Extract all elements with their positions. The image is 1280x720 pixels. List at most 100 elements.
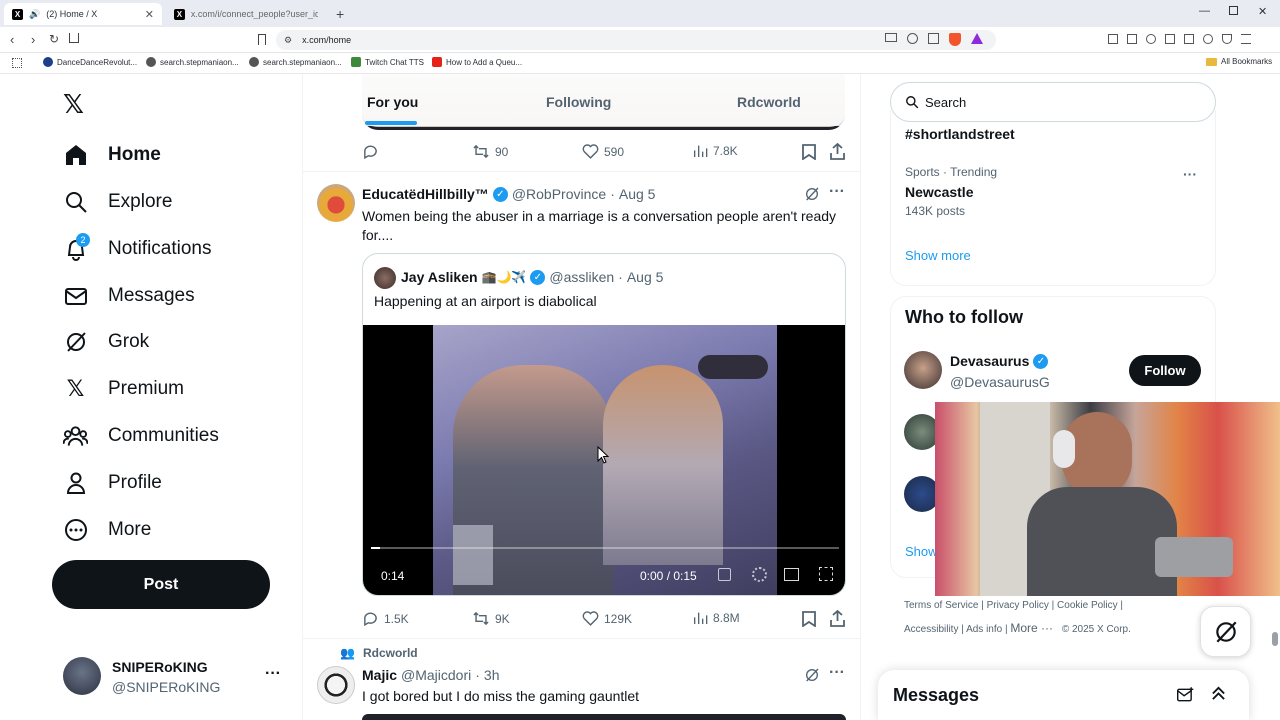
more-options-icon[interactable]: ··· [829,183,845,201]
share-icon[interactable] [928,33,939,44]
quoted-post[interactable]: Jay Asliken 🕋🌙✈️ ✓ @assliken · Aug 5 Hap… [362,253,846,596]
vpn-icon[interactable] [1222,34,1232,44]
menu-icon[interactable] [1241,34,1251,44]
wallet-icon[interactable] [1184,34,1194,44]
footer-link[interactable]: Terms of Service [904,600,978,611]
reload-icon[interactable]: ↻ [49,32,59,46]
bookmark-item[interactable]: DanceDanceRevolut... [43,57,137,67]
like-count: 590 [604,144,625,159]
share-icon[interactable] [830,143,845,160]
close-window-icon[interactable]: ✕ [1258,5,1267,18]
browser-tab-connect[interactable]: X x.com/i/connect_people?user_id=18 [166,3,326,25]
footer-link[interactable]: Privacy Policy [987,600,1049,611]
sidebar-item-premium[interactable]: 𝕏 Premium [63,369,184,409]
bookmark-item[interactable]: search.stepmaniaon... [146,57,239,67]
retweet-action[interactable]: 9K [472,610,510,627]
scrollbar-thumb[interactable] [1272,632,1278,646]
quote-date[interactable]: Aug 5 [627,269,664,285]
video-progress-track[interactable] [371,547,839,549]
minimize-icon[interactable]: — [1199,5,1210,17]
brave-shield-icon[interactable] [949,33,961,46]
more-options-icon[interactable]: ··· [1183,166,1197,182]
home-page-icon[interactable] [69,33,79,43]
forward-icon[interactable]: › [31,32,35,47]
retweet-action[interactable]: 90 [472,143,508,160]
share-icon[interactable] [830,610,845,627]
search-box[interactable]: Search [890,82,1216,122]
bookmark-item[interactable]: How to Add a Queu... [432,57,522,67]
author-name[interactable]: EducatëdHillbilly™ [362,186,489,202]
new-tab-icon[interactable]: + [336,6,344,22]
quote-author-handle[interactable]: @assliken [549,269,614,285]
music-icon[interactable] [1146,34,1156,44]
expand-icon[interactable] [1211,686,1226,701]
author-handle[interactable]: @RobProvince [512,186,606,202]
author-handle[interactable]: @Majicdori [401,667,471,683]
sidebar-item-more[interactable]: More [63,510,151,550]
footer-link[interactable]: Ads info [966,624,1002,635]
follow-button[interactable]: Follow [1129,355,1201,386]
grok-icon[interactable] [804,186,820,202]
fullscreen-icon[interactable] [819,567,833,581]
sidebar-item-explore[interactable]: Explore [63,182,172,222]
sidebar-item-home[interactable]: Home [63,135,161,175]
leo-icon[interactable] [1203,34,1213,44]
grok-floating-button[interactable] [1200,606,1251,657]
zoom-icon[interactable] [907,33,918,44]
grok-icon[interactable] [804,667,820,683]
show-more-link[interactable]: Show [905,544,938,559]
trend-name[interactable]: Newcastle [905,184,973,200]
bookmark-page-icon[interactable] [258,34,266,45]
account-switcher[interactable]: SNIPERoKING @SNIPERoKING ··· [63,657,285,697]
picture-in-picture-icon[interactable] [784,568,799,581]
like-action[interactable]: 129K [582,610,632,627]
x-logo-icon[interactable]: 𝕏 [63,89,84,120]
settings-icon[interactable] [752,567,767,582]
views-action[interactable]: 8.8M [692,610,740,626]
tab-search-icon[interactable] [1127,34,1137,44]
bookmark-item[interactable]: search.stepmaniaon... [249,57,342,67]
suggestion-name[interactable]: Devasaurus [950,353,1029,369]
post-age[interactable]: 3h [484,667,500,683]
show-more-link[interactable]: Show more [905,248,971,263]
close-tab-icon[interactable]: ✕ [145,8,154,21]
back-icon[interactable]: ‹ [10,32,14,47]
new-message-icon[interactable] [1177,687,1194,703]
sidebar-toggle-icon[interactable] [1165,34,1175,44]
browser-tab-home[interactable]: X 🔊 (2) Home / X ✕ [4,3,162,25]
sidebar-item-communities[interactable]: Communities [63,416,219,456]
reply-action[interactable]: 1.5K [362,610,409,627]
screen-icon[interactable] [885,33,897,42]
restore-icon[interactable] [1229,6,1238,15]
tab-following[interactable]: Following [546,94,611,110]
bookmark-icon[interactable] [802,611,816,627]
tab-rdcworld[interactable]: Rdcworld [737,94,801,110]
rewards-triangle-icon[interactable] [971,33,983,44]
author-name[interactable]: Majic [362,667,397,683]
tab-for-you[interactable]: For you [367,94,418,110]
footer-link[interactable]: Cookie Policy [1057,600,1118,611]
post-date[interactable]: Aug 5 [619,186,656,202]
extension-icon[interactable] [1108,34,1118,44]
reply-action[interactable] [362,143,379,160]
site-info-icon[interactable]: ⚙ [284,35,292,46]
sidebar-item-profile[interactable]: Profile [63,463,162,503]
footer-more-link[interactable]: More ··· [1010,621,1053,635]
footer-link[interactable]: Accessibility [904,624,958,635]
quote-author-name[interactable]: Jay Asliken [401,269,478,285]
messages-drawer[interactable]: Messages [878,670,1249,720]
sidebar-item-grok[interactable]: Grok [63,322,149,362]
apps-grid-icon[interactable] [12,58,22,68]
like-action[interactable]: 590 [582,143,624,160]
sidebar-item-notifications[interactable]: 2 Notifications [63,229,212,269]
mute-icon[interactable] [718,568,731,581]
more-options-icon[interactable]: ··· [829,664,845,682]
post-button[interactable]: Post [52,560,270,609]
bookmark-icon[interactable] [802,144,816,160]
trend-name[interactable]: #shortlandstreet [905,126,1015,142]
bookmark-item[interactable]: Twitch Chat TTS [351,57,424,67]
all-bookmarks[interactable]: All Bookmarks [1206,57,1272,66]
views-action[interactable]: 7.8K [692,143,738,159]
community-name[interactable]: Rdcworld [363,646,418,660]
sidebar-item-messages[interactable]: Messages [63,276,195,316]
